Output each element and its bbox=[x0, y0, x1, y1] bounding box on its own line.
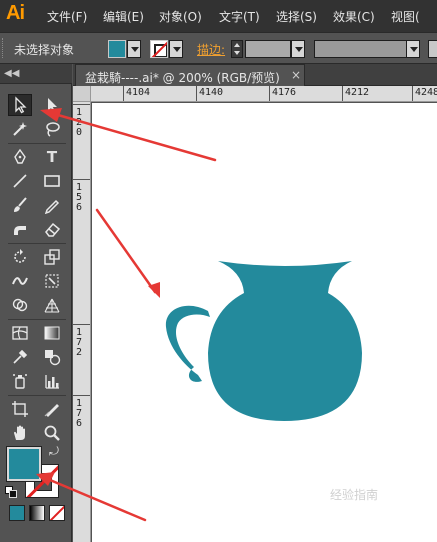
ruler-label: 1 7 6 bbox=[76, 398, 83, 429]
vase-artwork[interactable] bbox=[92, 103, 437, 542]
rotate-tool-icon[interactable] bbox=[8, 246, 32, 268]
control-bar: 未选择对象 描边: bbox=[0, 32, 437, 64]
menu-view[interactable]: 视图( bbox=[391, 8, 420, 25]
illustrator-window: Ai 文件(F) 编辑(E) 对象(O) 文字(T) 选择(S) 效果(C) 视… bbox=[0, 0, 437, 542]
close-icon[interactable]: × bbox=[291, 68, 301, 82]
selection-status: 未选择对象 bbox=[14, 43, 75, 57]
rectangle-tool-icon[interactable] bbox=[40, 170, 64, 192]
free-transform-tool-icon[interactable] bbox=[40, 270, 64, 292]
ruler-label: 1 7 2 bbox=[76, 327, 83, 358]
ruler-label: 4212 bbox=[345, 87, 370, 98]
column-graph-tool-icon[interactable] bbox=[40, 370, 64, 392]
ruler-tick bbox=[73, 395, 90, 396]
symbol-sprayer-tool-icon[interactable] bbox=[8, 370, 32, 392]
perspective-grid-tool-icon[interactable] bbox=[40, 294, 64, 316]
horizontal-ruler[interactable]: 4104 4140 4176 4212 4248 bbox=[91, 86, 437, 102]
mesh-tool-icon[interactable] bbox=[8, 322, 32, 344]
app-logo: Ai bbox=[6, 2, 25, 24]
stroke-weight-dropdown-button[interactable] bbox=[291, 40, 305, 58]
selection-tool-icon[interactable] bbox=[8, 94, 32, 116]
fill-dropdown-button[interactable] bbox=[127, 40, 141, 58]
ruler-tick bbox=[73, 104, 90, 105]
swap-fill-stroke-icon[interactable]: ⤾ bbox=[49, 444, 59, 459]
document-tab-title: 盆栽騎----.ai* @ 200% (RGB/预览) bbox=[85, 71, 280, 85]
variable-width-select[interactable] bbox=[314, 40, 420, 58]
pen-tool-icon[interactable] bbox=[8, 146, 32, 168]
tool-divider bbox=[8, 143, 66, 144]
blend-tool-icon[interactable] bbox=[40, 346, 64, 368]
gradient-tool-icon[interactable] bbox=[40, 322, 64, 344]
fill-color-box[interactable] bbox=[7, 447, 41, 481]
ruler-tick bbox=[342, 86, 343, 101]
ruler-tick bbox=[196, 86, 197, 101]
none-mode-button[interactable] bbox=[49, 505, 65, 521]
vase-handle[interactable] bbox=[165, 305, 210, 382]
ruler-tick bbox=[123, 86, 124, 101]
variable-width-dropdown-button[interactable] bbox=[406, 40, 420, 58]
magic-wand-tool-icon[interactable] bbox=[8, 118, 32, 140]
slice-tool-icon[interactable] bbox=[40, 398, 64, 420]
tool-divider bbox=[8, 319, 66, 320]
scale-tool-icon[interactable] bbox=[40, 246, 64, 268]
ruler-label: 4248 bbox=[415, 87, 437, 98]
ruler-tick bbox=[73, 179, 90, 180]
fill-swatch[interactable] bbox=[108, 40, 126, 58]
stroke-dropdown-button[interactable] bbox=[169, 40, 183, 58]
menu-select[interactable]: 选择(S) bbox=[276, 8, 317, 25]
artboard-canvas[interactable] bbox=[92, 103, 437, 542]
stroke-label[interactable]: 描边: bbox=[197, 41, 225, 58]
lasso-tool-icon[interactable] bbox=[40, 118, 64, 140]
ruler-tick bbox=[73, 324, 90, 325]
hand-tool-icon[interactable] bbox=[8, 422, 32, 444]
shape-builder-tool-icon[interactable] bbox=[8, 294, 32, 316]
eyedropper-tool-icon[interactable] bbox=[8, 346, 32, 368]
panel-grip-icon[interactable] bbox=[2, 38, 5, 58]
line-segment-tool-icon[interactable] bbox=[8, 170, 32, 192]
tools-panel-header: ◀◀ bbox=[0, 64, 72, 84]
color-mode-button[interactable] bbox=[9, 505, 25, 521]
collapse-panel-icon[interactable]: ◀◀ bbox=[4, 68, 19, 79]
tools-panel: ◀◀ T ⤾ bbox=[0, 64, 72, 542]
direct-selection-tool-icon[interactable] bbox=[40, 94, 64, 116]
gradient-mode-button[interactable] bbox=[29, 505, 45, 521]
menu-edit[interactable]: 编辑(E) bbox=[103, 8, 144, 25]
pencil-tool-icon[interactable] bbox=[40, 194, 64, 216]
stroke-weight-field[interactable] bbox=[245, 40, 291, 58]
menu-bar: Ai 文件(F) 编辑(E) 对象(O) 文字(T) 选择(S) 效果(C) 视… bbox=[0, 0, 437, 32]
document-tab-bar: 盆栽騎----.ai* @ 200% (RGB/预览) × bbox=[73, 64, 437, 86]
tool-divider bbox=[8, 395, 66, 396]
ruler-label: 4176 bbox=[272, 87, 297, 98]
eraser-tool-icon[interactable] bbox=[40, 218, 64, 240]
menu-object[interactable]: 对象(O) bbox=[159, 8, 202, 25]
vertical-ruler[interactable]: 1 2 0 1 5 6 1 7 2 1 7 6 bbox=[73, 102, 91, 542]
ruler-origin[interactable] bbox=[73, 86, 91, 102]
document-tab[interactable]: 盆栽騎----.ai* @ 200% (RGB/预览) × bbox=[75, 64, 305, 86]
tool-divider bbox=[8, 243, 66, 244]
vase-body[interactable] bbox=[208, 261, 362, 421]
default-fill-stroke-icon[interactable] bbox=[5, 486, 17, 498]
ruler-tick bbox=[269, 86, 270, 101]
ruler-label: 1 2 0 bbox=[76, 107, 83, 138]
ruler-tick bbox=[412, 86, 413, 101]
ruler-label: 4104 bbox=[126, 87, 151, 98]
watermark: 经验指南 bbox=[330, 488, 379, 502]
zoom-tool-icon[interactable] bbox=[40, 422, 64, 444]
brush-definition-select[interactable] bbox=[428, 40, 437, 58]
ruler-label: 1 5 6 bbox=[76, 182, 83, 213]
width-tool-icon[interactable] bbox=[8, 270, 32, 292]
stroke-swatch[interactable] bbox=[150, 40, 168, 58]
artboard-tool-icon[interactable] bbox=[8, 398, 32, 420]
paintbrush-tool-icon[interactable] bbox=[8, 194, 32, 216]
stroke-weight-stepper[interactable] bbox=[231, 40, 243, 58]
menu-file[interactable]: 文件(F) bbox=[47, 8, 87, 25]
type-tool-icon[interactable]: T bbox=[40, 146, 64, 168]
blob-brush-tool-icon[interactable] bbox=[8, 218, 32, 240]
ruler-label: 4140 bbox=[199, 87, 224, 98]
menu-effect[interactable]: 效果(C) bbox=[333, 8, 375, 25]
menu-type[interactable]: 文字(T) bbox=[219, 8, 260, 25]
